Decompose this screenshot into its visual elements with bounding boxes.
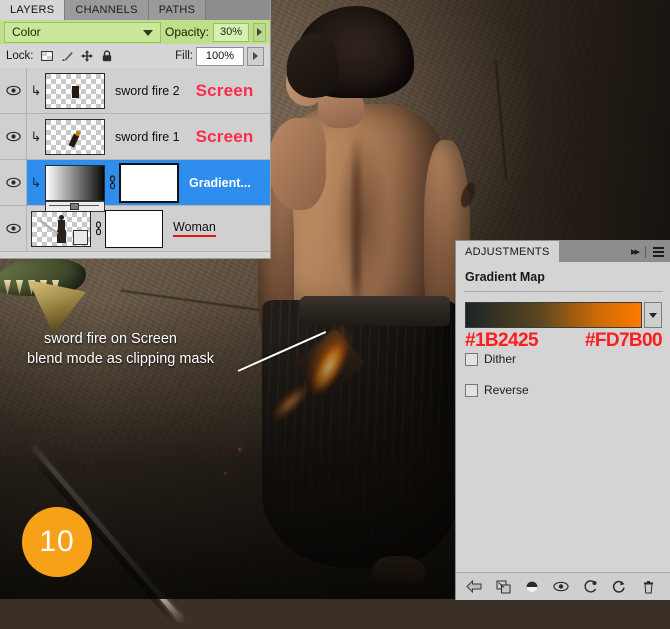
clipping-mask-arrow-icon: ↳ <box>30 128 42 144</box>
section-divider <box>464 291 663 292</box>
adjustments-tabbar: ADJUSTMENTS ▸▸ <box>456 241 670 262</box>
adjustments-panel: ADJUSTMENTS ▸▸ Gradient Map #1B2425 #FD7… <box>455 240 670 600</box>
opacity-input[interactable]: 30% <box>213 22 249 42</box>
layer-row-sword-fire-1[interactable]: ↳ sword fire 1 Screen <box>0 114 270 160</box>
fill-stepper[interactable] <box>247 46 264 66</box>
tab-adjustments[interactable]: ADJUSTMENTS <box>456 241 559 262</box>
delete-icon[interactable] <box>640 579 656 595</box>
eye-icon <box>5 131 21 142</box>
clip-to-layer-icon[interactable] <box>495 579 511 595</box>
lock-label: Lock: <box>6 50 34 62</box>
eye-icon <box>5 177 21 188</box>
layer-row-woman[interactable]: Woman <box>0 206 270 252</box>
fill-input[interactable]: 100% <box>196 46 244 66</box>
layer-name-label: Gradient... <box>189 175 251 190</box>
layer-name-label: Woman <box>173 220 216 237</box>
layer-list: ↳ sword fire 2 Screen ↳ sword fire 1 Scr… <box>0 68 270 252</box>
chevron-down-icon <box>143 29 153 36</box>
callout-line-1: sword fire on Screen <box>44 331 177 347</box>
fill-label: Fill: <box>175 50 193 62</box>
chevron-down-icon <box>649 312 657 318</box>
gradient-preset-dropdown[interactable] <box>644 302 662 328</box>
blend-mode-value: Color <box>12 25 41 39</box>
layer-thumbnail-gradient[interactable] <box>45 164 105 212</box>
blend-mode-select[interactable]: Color <box>4 21 161 43</box>
layer-thumbnail[interactable] <box>45 118 105 155</box>
adjustments-tabbar-filler: ▸▸ <box>558 241 670 262</box>
mask-link-icon[interactable] <box>105 175 119 190</box>
tab-layers[interactable]: LAYERS <box>0 0 66 20</box>
dither-label: Dither <box>484 352 517 366</box>
layer-row-gradient-map[interactable]: ↳ Gradient... <box>0 160 270 212</box>
adjustment-title: Gradient Map <box>465 270 545 284</box>
layer-thumbnail[interactable] <box>45 72 105 109</box>
chevron-right-icon <box>253 52 258 60</box>
layer-blend-tag: Screen <box>195 80 254 100</box>
preview-eye-icon[interactable] <box>553 579 569 595</box>
dither-checkbox[interactable] <box>465 352 478 366</box>
lock-transparency-icon[interactable] <box>40 49 54 63</box>
reverse-row[interactable]: Reverse <box>456 383 670 397</box>
opacity-label: Opacity: <box>165 25 210 39</box>
lock-row: Lock: Fill: 100% <box>0 44 270 68</box>
reset-icon[interactable] <box>611 579 627 595</box>
layer-mask-thumbnail[interactable] <box>105 209 163 248</box>
clipping-mask-arrow-icon: ↳ <box>30 174 42 190</box>
eye-icon <box>5 85 21 96</box>
clipping-mask-arrow-icon: ↳ <box>30 82 42 98</box>
gradient-preview[interactable] <box>465 302 642 328</box>
reverse-checkbox[interactable] <box>465 383 478 397</box>
tab-paths[interactable]: PATHS <box>148 0 207 20</box>
mask-toggle-icon[interactable] <box>524 579 540 595</box>
chevron-right-icon <box>256 28 262 36</box>
layers-panel-tabbar: LAYERS CHANNELS PATHS <box>0 0 270 20</box>
lock-all-icon[interactable] <box>100 49 114 63</box>
fill-group: Fill: 100% <box>175 46 264 66</box>
thumbnail-figure <box>56 214 68 243</box>
blend-mode-row: Color Opacity: 30% <box>0 20 270 44</box>
layer-name-label: sword fire 2 <box>115 83 180 98</box>
layer-thumbnail[interactable] <box>31 210 91 247</box>
hex-annotation-row: #1B2425 #FD7B00 <box>456 328 670 352</box>
collapse-chevrons-icon[interactable]: ▸▸ <box>631 245 640 258</box>
callout-line-2: blend mode as clipping mask <box>27 351 214 367</box>
adjustments-footer-toolbar <box>456 572 670 600</box>
layer-visibility-toggle[interactable] <box>0 206 27 251</box>
lock-position-icon[interactable] <box>80 49 94 63</box>
gradient-start-hex: #1B2425 <box>465 330 539 351</box>
step-badge: 10 <box>22 507 92 577</box>
back-arrow-icon[interactable] <box>466 579 482 595</box>
lock-image-icon[interactable] <box>60 49 74 63</box>
reverse-label: Reverse <box>484 383 529 397</box>
layer-visibility-toggle[interactable] <box>0 114 27 159</box>
tabbar-filler <box>206 0 270 20</box>
layer-mask-thumbnail[interactable] <box>119 162 179 203</box>
panel-menu-icon[interactable] <box>653 246 664 257</box>
toolbar-divider <box>645 245 646 258</box>
gradient-end-hex: #FD7B00 <box>584 330 663 351</box>
figure-shoulder <box>268 118 326 210</box>
mask-link-icon[interactable] <box>91 221 105 236</box>
layer-visibility-toggle[interactable] <box>0 160 27 205</box>
eye-icon <box>5 223 21 234</box>
thumbnail-badge <box>73 229 88 245</box>
opacity-stepper[interactable] <box>252 22 266 42</box>
layer-visibility-toggle[interactable] <box>0 68 27 113</box>
layer-name-label: sword fire 1 <box>115 129 180 144</box>
previous-state-icon[interactable] <box>582 579 598 595</box>
tab-channels[interactable]: CHANNELS <box>65 0 149 20</box>
layers-panel: LAYERS CHANNELS PATHS Color Opacity: 30%… <box>0 0 271 259</box>
layer-blend-tag: Screen <box>195 126 254 146</box>
gradient-picker-row <box>465 302 662 328</box>
dither-row[interactable]: Dither <box>456 352 670 366</box>
layer-row-sword-fire-2[interactable]: ↳ sword fire 2 Screen <box>0 68 270 114</box>
figure-spine-shadow <box>352 132 361 322</box>
